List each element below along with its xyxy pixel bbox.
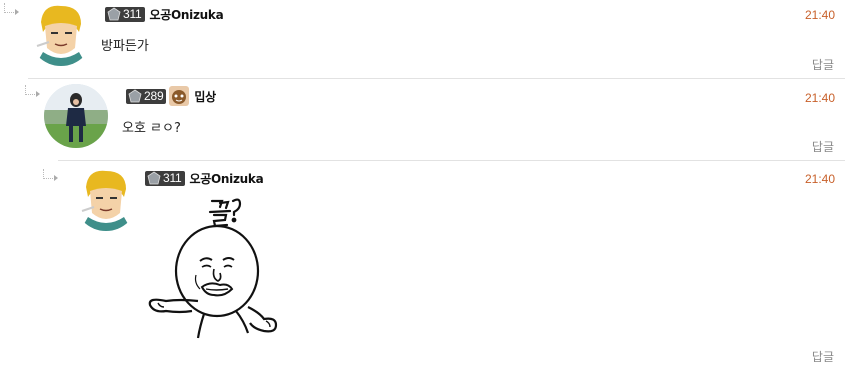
- timestamp: 21:40: [804, 172, 835, 186]
- reply-button[interactable]: 답글: [812, 348, 834, 365]
- nickname[interactable]: 오공Onizuka: [190, 170, 264, 187]
- meme-sticker-image: [148, 198, 278, 339]
- handwritten-caption-graphic: [208, 198, 242, 228]
- level-badge: 311: [145, 170, 185, 186]
- comment-meta: 311 오공Onizuka: [145, 169, 264, 187]
- avatar[interactable]: [74, 167, 138, 231]
- reply-arrow-icon: [43, 169, 58, 181]
- comment-item: 311 오공Onizuka 21:40 답글: [0, 0, 845, 369]
- level-gem-icon: [147, 171, 161, 185]
- level-number: 311: [163, 170, 182, 185]
